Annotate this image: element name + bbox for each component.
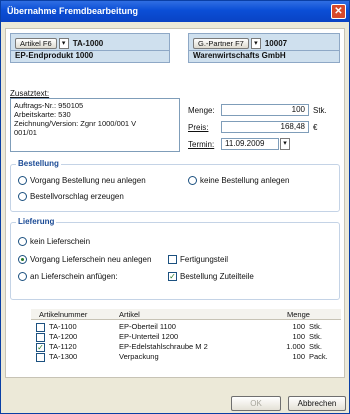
radio-kein-lieferschein[interactable]: kein Lieferschein xyxy=(18,237,90,246)
title-bar: Übernahme Fremdbearbeitung ✕ xyxy=(1,1,349,22)
radio-button-icon[interactable] xyxy=(18,237,27,246)
row-checkbox-icon[interactable]: ✓ xyxy=(36,342,45,352)
article-name: EP-Endprodukt 1000 xyxy=(15,51,94,60)
radio-button-icon[interactable] xyxy=(18,192,27,201)
row-unit: Stk. xyxy=(309,342,322,351)
checkbox-icon[interactable]: ✓ xyxy=(168,272,177,281)
dialog-window: Übernahme Fremdbearbeitung ✕ Artikel F6 … xyxy=(0,0,350,414)
cancel-button[interactable]: Abbrechen xyxy=(288,396,346,411)
row-checkbox-icon[interactable] xyxy=(36,332,45,342)
bestellung-title: Bestellung xyxy=(16,159,61,168)
checkbox-label: Bestellung Zuteilteile xyxy=(180,272,254,281)
table-row[interactable]: TA-1300 Verpackung 100 Pack. xyxy=(31,352,341,362)
articles-table: Artikelnummer Artikel Menge TA-1100 EP-O… xyxy=(31,309,341,377)
header-menge: Menge xyxy=(287,310,310,319)
row-checkbox-icon[interactable] xyxy=(36,352,45,362)
menge-input[interactable]: 100 xyxy=(221,104,309,116)
close-button[interactable]: ✕ xyxy=(331,4,346,19)
zusatztext-line: 001/01 xyxy=(14,128,37,137)
row-menge: 100 xyxy=(292,332,305,341)
zusatztext-field[interactable]: Auftrags-Nr.: 950105 Arbeitskarte: 530 Z… xyxy=(10,98,180,152)
row-menge: 100 xyxy=(292,322,305,331)
bestellung-group xyxy=(10,164,340,212)
menge-unit: Stk. xyxy=(313,106,327,115)
header-artikel: Artikel xyxy=(119,310,140,319)
radio-button-icon[interactable] xyxy=(18,272,27,281)
checkbox-icon[interactable] xyxy=(168,255,177,264)
radio-label: kein Lieferschein xyxy=(30,237,91,246)
article-select-button[interactable]: Artikel F6 xyxy=(15,37,57,49)
zusatztext-label: Zusatztext: xyxy=(10,89,50,98)
radio-label: keine Bestellung anlegen xyxy=(200,176,290,185)
ok-button[interactable]: OK xyxy=(231,396,281,411)
zusatztext-line: Zeichnung/Version: Zgnr 1000/001 V xyxy=(14,119,137,128)
row-menge: 1.000 xyxy=(286,342,305,351)
radio-label: Bestellvorschlag erzeugen xyxy=(30,192,124,201)
row-unit: Stk. xyxy=(309,322,322,331)
table-row[interactable]: TA-1100 EP-Oberteil 1100 100 Stk. xyxy=(31,322,341,332)
checkbox-label: Fertigungsteil xyxy=(180,255,229,264)
check-bestellung-zuteilteile[interactable]: ✓ Bestellung Zuteilteile xyxy=(168,272,254,281)
menge-label: Menge: xyxy=(188,106,215,115)
zusatztext-line: Auftrags-Nr.: 950105 xyxy=(14,101,84,110)
row-menge: 100 xyxy=(292,352,305,361)
row-artikel: Verpackung xyxy=(119,352,159,361)
row-artikel: EP-Unterteil 1200 xyxy=(119,332,179,341)
partner-name: Warenwirtschafts GmbH xyxy=(193,51,286,60)
article-box: Artikel F6 ▾ TA-1000 EP-Endprodukt 1000 xyxy=(10,33,170,63)
radio-bestellung-neu[interactable]: Vorgang Bestellung neu anlegen xyxy=(18,176,146,185)
lieferung-title: Lieferung xyxy=(16,217,57,226)
partner-dropdown-icon[interactable]: ▾ xyxy=(250,37,261,49)
window-title: Übernahme Fremdbearbeitung xyxy=(7,6,139,16)
radio-bestellvorschlag[interactable]: Bestellvorschlag erzeugen xyxy=(18,192,124,201)
header-artikelnummer: Artikelnummer xyxy=(39,310,88,319)
radio-button-icon[interactable] xyxy=(188,176,197,185)
check-fertigungsteil[interactable]: Fertigungsteil xyxy=(168,255,228,264)
radio-label: Vorgang Lieferschein neu anlegen xyxy=(30,255,152,264)
termin-dropdown-icon[interactable]: ▾ xyxy=(280,138,290,150)
row-artikelnummer: TA-1200 xyxy=(49,332,78,341)
zusatztext-line: Arbeitskarte: 530 xyxy=(14,110,71,119)
article-code: TA-1000 xyxy=(72,38,104,48)
preis-input[interactable]: 168,48 xyxy=(221,121,309,133)
termin-input[interactable]: 11.09.2009 xyxy=(221,138,279,150)
row-artikelnummer: TA-1120 xyxy=(49,342,77,351)
radio-keine-bestellung[interactable]: keine Bestellung anlegen xyxy=(188,176,289,185)
table-row[interactable]: TA-1200 EP-Unterteil 1200 100 Stk. xyxy=(31,332,341,342)
radio-label: an Lieferschein anfügen: xyxy=(30,272,118,281)
radio-lieferschein-neu[interactable]: Vorgang Lieferschein neu anlegen xyxy=(18,255,151,264)
row-artikelnummer: TA-1300 xyxy=(49,352,78,361)
table-header: Artikelnummer Artikel Menge xyxy=(31,309,341,320)
radio-lieferschein-anfuegen[interactable]: an Lieferschein anfügen: xyxy=(18,272,118,281)
preis-label: Preis: xyxy=(188,123,209,132)
partner-select-button[interactable]: G.-Partner F7 xyxy=(193,37,249,49)
article-dropdown-icon[interactable]: ▾ xyxy=(58,37,69,49)
termin-label: Termin: xyxy=(188,140,215,149)
row-checkbox-icon[interactable] xyxy=(36,322,45,332)
row-unit: Stk. xyxy=(309,332,322,341)
preis-unit: € xyxy=(313,123,318,132)
row-unit: Pack. xyxy=(309,352,328,361)
partner-box: G.-Partner F7 ▾ 10007 Warenwirtschafts G… xyxy=(188,33,340,63)
table-row[interactable]: ✓ TA-1120 EP-Edelstahlschraube M 2 1.000… xyxy=(31,342,341,352)
row-artikelnummer: TA-1100 xyxy=(49,322,77,331)
partner-code: 10007 xyxy=(264,38,288,48)
row-artikel: EP-Oberteil 1100 xyxy=(119,322,176,331)
radio-button-icon[interactable] xyxy=(18,176,27,185)
radio-button-icon[interactable] xyxy=(18,255,27,264)
row-artikel: EP-Edelstahlschraube M 2 xyxy=(119,342,208,351)
radio-label: Vorgang Bestellung neu anlegen xyxy=(30,176,146,185)
